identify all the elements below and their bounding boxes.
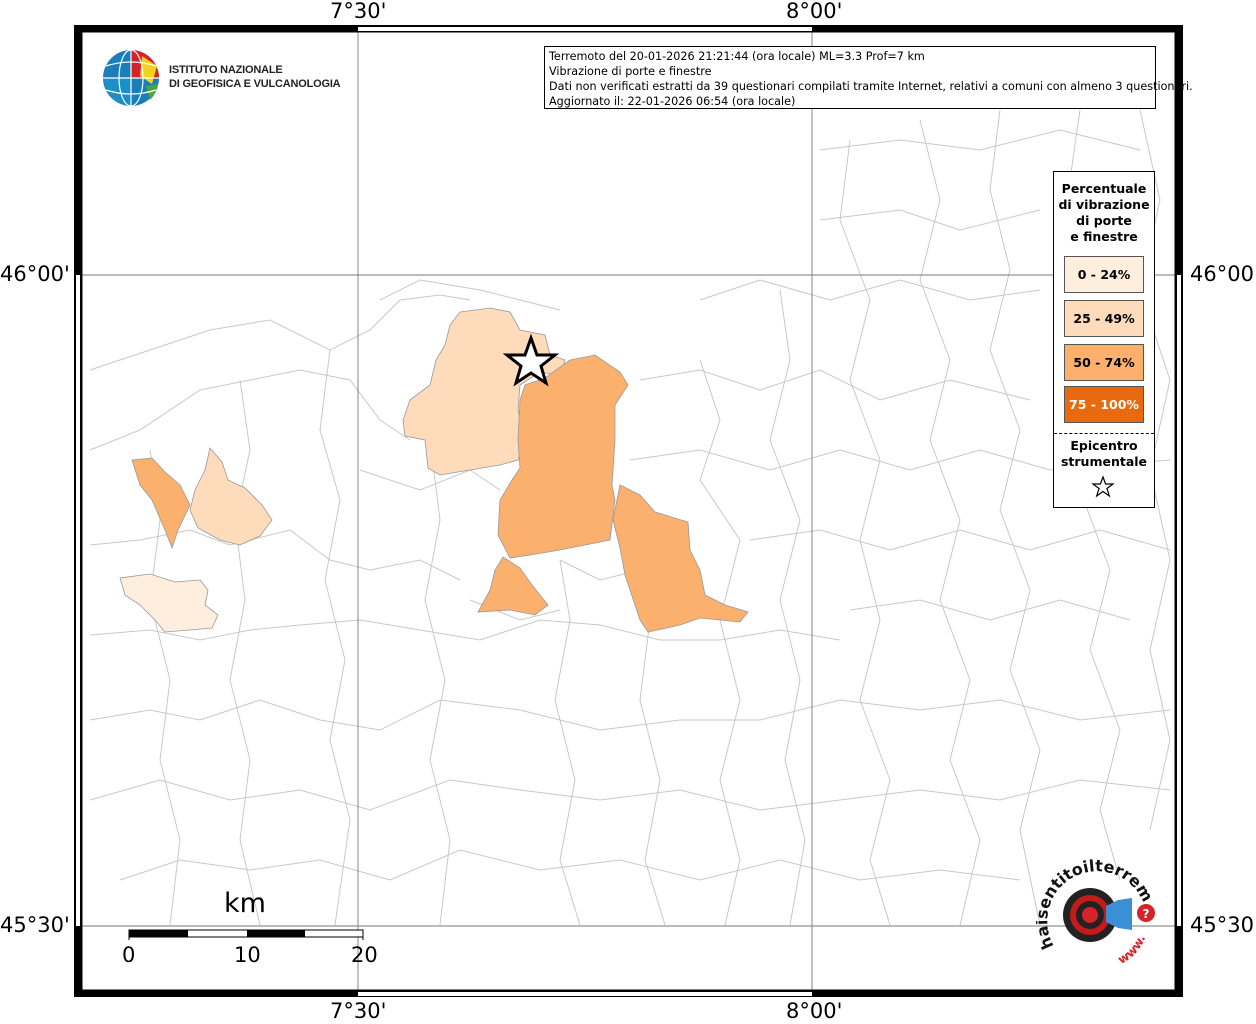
legend-epicenter-label: Epicentro strumentale: [1054, 438, 1154, 470]
lon-label-bottom-right: 8°00': [786, 999, 843, 1023]
legend-class-75-100: 75 - 100%: [1064, 386, 1144, 423]
municipality-25-49-west: [189, 447, 273, 546]
scale-tick-0: 0: [122, 943, 136, 967]
ingv-globe-icon: [103, 49, 159, 107]
legend-panel: Percentuale di vibrazione di porte e fin…: [1053, 171, 1155, 508]
scale-tick-10: 10: [234, 943, 261, 967]
event-info-line1: Terremoto del 20-01-2026 21:21:44 (ora l…: [549, 50, 925, 63]
legend-class-25-49: 25 - 49%: [1064, 300, 1144, 337]
legend-title-line1: Percentuale: [1061, 181, 1147, 196]
lat-label-left-bottom: 45°30': [0, 913, 70, 937]
lon-label-top-left: 7°30': [330, 0, 387, 23]
badge-www: www.: [1115, 933, 1148, 967]
felt-municipalities: [119, 307, 749, 633]
legend-class-0-24: 0 - 24%: [1064, 256, 1144, 293]
legend-divider: [1054, 433, 1154, 434]
legend-epicenter-line1: Epicentro: [1070, 438, 1138, 453]
legend-title-line3: di porte: [1076, 213, 1132, 228]
municipality-0-24-southwest: [119, 573, 219, 633]
municipality-50-74-west: [131, 457, 191, 550]
ingv-name: ISTITUTO NAZIONALE DI GEOFISICA E VULCAN…: [169, 63, 341, 91]
legend-epicenter-line2: strumentale: [1060, 454, 1148, 469]
municipality-50-74-south: [477, 556, 549, 616]
legend-class-50-74: 50 - 74%: [1064, 344, 1144, 381]
event-info-line3: Dati non verificati estratti da 39 quest…: [549, 80, 1193, 93]
lon-label-bottom-left: 7°30': [330, 999, 387, 1023]
haisentito-badge[interactable]: haisentitoilterremoto.it www. ?: [1036, 856, 1166, 976]
event-info-line4: Aggiornato il: 22-01-2026 06:54 (ora loc…: [549, 95, 796, 108]
ingv-name-line2: DI GEOFISICA E VULCANOLOGIA: [169, 78, 341, 90]
municipality-50-74-east: [612, 484, 749, 633]
event-info-line2: Vibrazione di porte e finestre: [549, 65, 712, 78]
legend-title: Percentuale di vibrazione di porte e fin…: [1054, 181, 1154, 245]
legend-star-icon: [1091, 475, 1115, 498]
legend-title-line4: e finestre: [1070, 229, 1138, 244]
ingv-name-line1: ISTITUTO NAZIONALE: [169, 64, 283, 76]
lat-label-left-top: 46°00': [0, 262, 70, 286]
svg-text:?: ?: [1143, 907, 1150, 921]
legend-title-line2: di vibrazione: [1058, 197, 1150, 212]
event-info-box: Terremoto del 20-01-2026 21:21:44 (ora l…: [544, 46, 1193, 109]
scale-unit-label: km: [224, 888, 266, 919]
lat-label-right-bottom: 45°30': [1190, 913, 1256, 937]
scale-bar: [128, 929, 364, 940]
lon-label-top-right: 8°00': [786, 0, 843, 23]
scale-tick-20: 20: [351, 943, 378, 967]
lat-label-right-top: 46°00': [1190, 262, 1256, 286]
